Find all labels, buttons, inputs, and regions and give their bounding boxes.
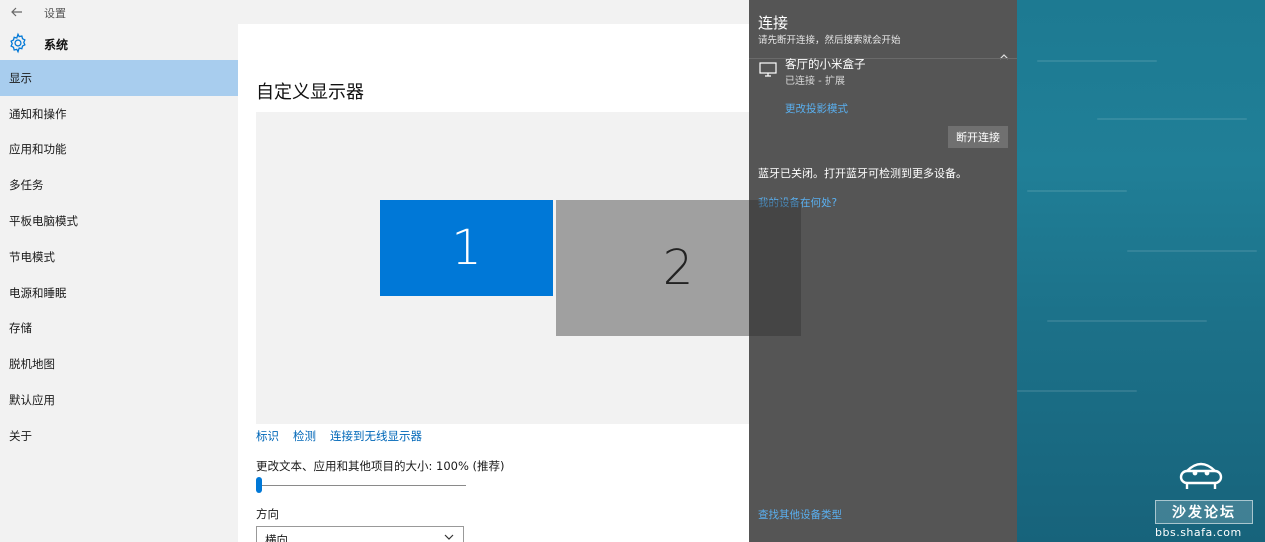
connect-wireless-display-link[interactable]: 连接到无线显示器	[330, 429, 422, 443]
back-button[interactable]	[6, 2, 28, 22]
orientation-select[interactable]: 横向	[256, 526, 464, 542]
display-links: 标识 检测 连接到无线显示器	[256, 428, 436, 444]
gear-icon	[10, 32, 26, 54]
sofa-logo-icon	[1179, 462, 1223, 489]
identify-link[interactable]: 标识	[256, 429, 279, 443]
sidebar-item-battery-saver[interactable]: 节电模式	[0, 239, 238, 275]
scale-slider[interactable]	[256, 476, 466, 494]
orientation-label: 方向	[256, 507, 279, 521]
connect-subtitle: 请先断开连接，然后搜索就会开始	[758, 35, 901, 46]
water-ripple	[1097, 118, 1247, 120]
chevron-up-icon[interactable]	[997, 50, 1011, 64]
disconnect-button[interactable]: 断开连接	[948, 126, 1008, 148]
sidebar-item-about[interactable]: 关于	[0, 418, 238, 454]
sidebar-nav: 显示 通知和操作 应用和功能 多任务 平板电脑模式 节电模式 电源和睡眠 存储 …	[0, 60, 238, 454]
connect-title: 连接	[758, 14, 789, 32]
slider-track	[256, 485, 466, 486]
device-name[interactable]: 客厅的小米盒子	[785, 56, 866, 72]
device-status: 已连接 - 扩展	[785, 76, 845, 87]
chevron-down-icon	[444, 534, 454, 540]
water-ripple	[1127, 250, 1257, 252]
main-content: 自定义显示器 1 2 标识 检测 连接到无线显示器 更改文本、应用和其他项目的大小:…	[238, 24, 800, 542]
watermark-url: bbs.shafa.com	[1155, 526, 1242, 539]
orientation-value: 横向	[265, 533, 288, 542]
sidebar-header-label: 系统	[44, 38, 69, 52]
sidebar-item-tablet-mode[interactable]: 平板电脑模式	[0, 203, 238, 239]
monitor-1[interactable]: 1	[380, 200, 553, 296]
water-ripple	[1047, 320, 1207, 322]
settings-window: 设置 系统 显示 通知和操作 应用和功能 多任务 平板电脑模式 节电模式 电源和…	[0, 0, 800, 542]
bluetooth-note: 蓝牙已关闭。打开蓝牙可检测到更多设备。	[758, 167, 967, 180]
back-arrow-icon	[11, 7, 22, 17]
page-title: 自定义显示器	[256, 82, 364, 103]
scale-label: 更改文本、应用和其他项目的大小: 100% (推荐)	[256, 459, 505, 473]
sidebar: 系统 显示 通知和操作 应用和功能 多任务 平板电脑模式 节电模式 电源和睡眠 …	[0, 24, 238, 542]
water-ripple	[1027, 190, 1127, 192]
detect-link[interactable]: 检测	[293, 429, 316, 443]
sidebar-header: 系统	[0, 30, 238, 56]
slider-thumb[interactable]	[256, 477, 262, 493]
water-ripple	[1037, 60, 1157, 62]
sidebar-item-power-sleep[interactable]: 电源和睡眠	[0, 275, 238, 311]
find-other-device-types-link[interactable]: 查找其他设备类型	[758, 507, 842, 522]
sidebar-item-multitasking[interactable]: 多任务	[0, 167, 238, 203]
display-arrangement-area: 1 2	[256, 112, 800, 424]
title-bar: 设置	[0, 0, 749, 24]
panel-shadow	[749, 200, 801, 336]
watermark-brand: 沙发论坛	[1155, 500, 1253, 524]
change-projection-mode-link[interactable]: 更改投影模式	[785, 101, 848, 116]
sidebar-item-offline-maps[interactable]: 脱机地图	[0, 346, 238, 382]
water-ripple	[1017, 390, 1137, 392]
desktop-background: 沙发论坛 bbs.shafa.com	[1017, 0, 1265, 542]
sidebar-item-notifications[interactable]: 通知和操作	[0, 96, 238, 132]
window-title: 设置	[44, 7, 66, 20]
sidebar-item-display[interactable]: 显示	[0, 60, 238, 96]
monitor-icon	[759, 62, 777, 77]
sidebar-item-apps[interactable]: 应用和功能	[0, 132, 238, 168]
sidebar-item-storage[interactable]: 存储	[0, 311, 238, 347]
sidebar-item-default-apps[interactable]: 默认应用	[0, 382, 238, 418]
